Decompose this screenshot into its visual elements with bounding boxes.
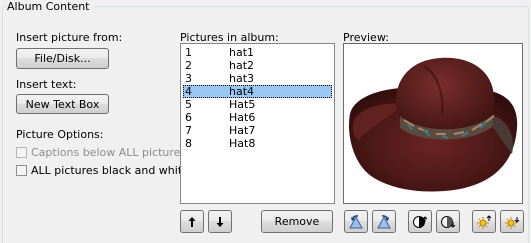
black-white-label: ALL pictures black and white bbox=[31, 164, 189, 177]
group-title: Album Content bbox=[7, 0, 94, 13]
list-item[interactable]: 3 hat3 bbox=[183, 72, 332, 85]
remove-button-label: Remove bbox=[274, 215, 320, 228]
bw-option: ALL pictures black and white bbox=[16, 164, 189, 177]
list-item-name: Hat8 bbox=[229, 137, 256, 150]
preview-pane bbox=[343, 43, 523, 204]
list-item-number: 1 bbox=[185, 46, 192, 59]
insert-picture-label: Insert picture from: bbox=[16, 31, 123, 44]
list-item-number: 5 bbox=[185, 98, 192, 111]
rotate-left-button[interactable] bbox=[344, 210, 368, 233]
list-item[interactable]: 8 Hat8 bbox=[183, 137, 332, 150]
move-down-button[interactable] bbox=[208, 210, 232, 233]
hat-preview-image bbox=[349, 57, 518, 192]
rotate-left-icon bbox=[348, 214, 364, 230]
list-item[interactable]: 4 hat4 bbox=[183, 85, 332, 98]
picture-options-label: Picture Options: bbox=[16, 128, 104, 141]
more-brightness-button[interactable] bbox=[472, 210, 496, 233]
list-item-number: 7 bbox=[185, 124, 192, 137]
list-item-number: 8 bbox=[185, 137, 192, 150]
new-text-box-button[interactable]: New Text Box bbox=[16, 94, 109, 114]
list-item-name: hat3 bbox=[229, 72, 255, 85]
rotate-right-icon bbox=[376, 214, 392, 230]
more-contrast-button[interactable] bbox=[408, 210, 432, 233]
black-white-checkbox[interactable] bbox=[16, 165, 27, 176]
list-item[interactable]: 5 Hat5 bbox=[183, 98, 332, 111]
list-item-number: 3 bbox=[185, 72, 192, 85]
contrast-up-icon bbox=[412, 214, 428, 230]
rotate-right-button[interactable] bbox=[372, 210, 396, 233]
list-item-name: hat2 bbox=[229, 59, 255, 72]
list-item[interactable]: 2 hat2 bbox=[183, 59, 332, 72]
list-item-name: hat4 bbox=[229, 85, 255, 98]
captions-checkbox[interactable] bbox=[16, 147, 27, 158]
list-item-name: hat1 bbox=[229, 46, 255, 59]
contrast-down-icon bbox=[440, 214, 456, 230]
file-disk-button[interactable]: File/Disk... bbox=[16, 48, 109, 69]
move-up-button[interactable] bbox=[180, 210, 204, 233]
list-item-name: Hat5 bbox=[229, 98, 256, 111]
captions-option: Captions below ALL pictures bbox=[16, 146, 186, 159]
list-item-number: 2 bbox=[185, 59, 192, 72]
list-item-name: Hat7 bbox=[229, 124, 256, 137]
list-item[interactable]: 1 hat1 bbox=[183, 46, 332, 59]
remove-button[interactable]: Remove bbox=[261, 210, 333, 233]
arrow-down-icon bbox=[215, 216, 225, 228]
captions-label: Captions below ALL pictures bbox=[31, 146, 187, 159]
list-item[interactable]: 7 Hat7 bbox=[183, 124, 332, 137]
brightness-up-icon bbox=[476, 214, 492, 230]
arrow-up-icon bbox=[187, 216, 197, 228]
list-item-number: 4 bbox=[185, 85, 192, 98]
list-item-name: Hat6 bbox=[229, 111, 256, 124]
list-item-number: 6 bbox=[185, 111, 192, 124]
insert-text-label: Insert text: bbox=[16, 78, 77, 91]
less-contrast-button[interactable] bbox=[436, 210, 460, 233]
file-disk-button-label: File/Disk... bbox=[34, 52, 91, 65]
brightness-down-icon bbox=[504, 214, 520, 230]
new-text-box-button-label: New Text Box bbox=[25, 97, 100, 111]
list-item[interactable]: 6 Hat6 bbox=[183, 111, 332, 124]
pictures-listbox[interactable]: 1 hat1 2 hat2 3 hat3 4 hat4 5 Hat5 6 Hat6 7 Hat7 8 Hat8 bbox=[180, 43, 335, 204]
less-brightness-button[interactable] bbox=[500, 210, 524, 233]
